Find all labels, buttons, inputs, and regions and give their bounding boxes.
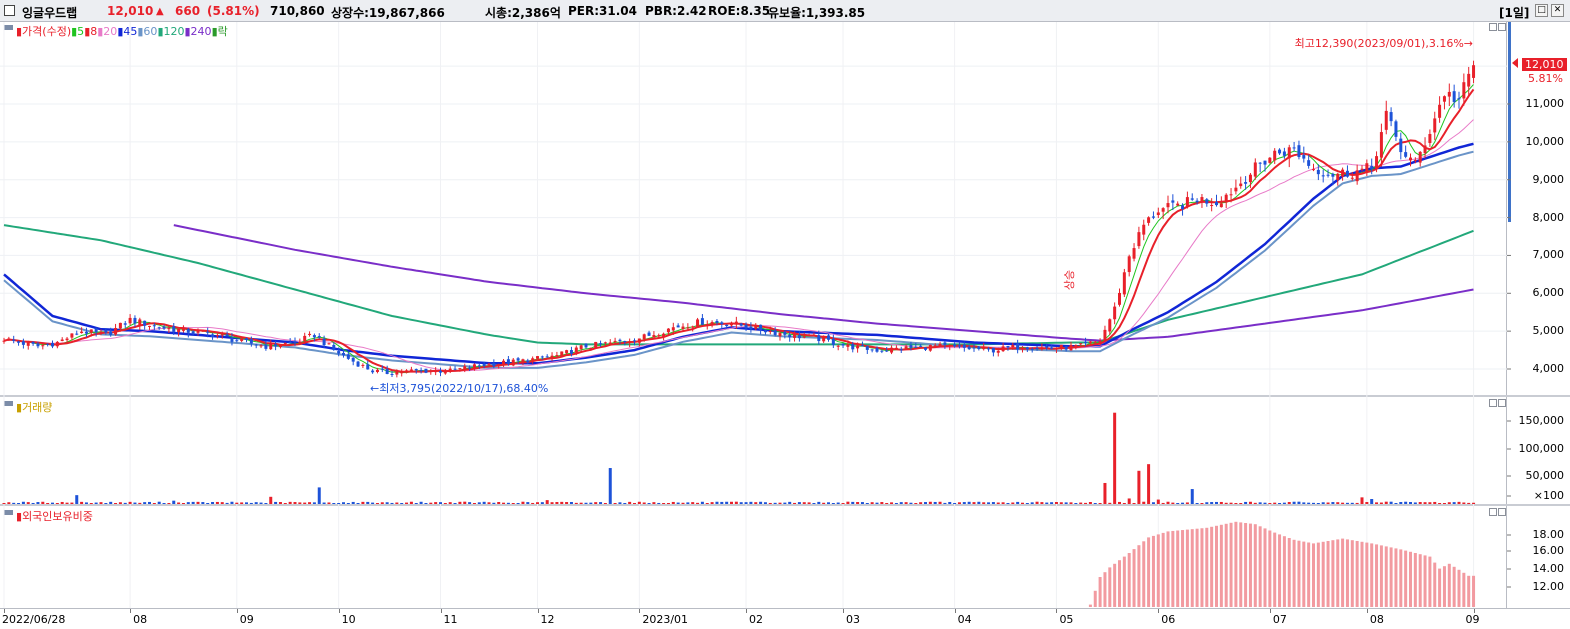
x-axis: 2022/06/28 08 09 10 11 12 2023/01 02 03 04 05 06 07 0… — [0, 608, 1507, 629]
panel-close-icon[interactable] — [1498, 399, 1506, 407]
x-axis-label: 11 — [443, 613, 458, 626]
x-axis-label: 10 — [341, 613, 356, 626]
x-axis-label: 08 — [133, 613, 148, 626]
roe-value: ROE:8.35 — [708, 4, 771, 18]
legend-item[interactable]: ▮20 — [97, 25, 117, 38]
x-axis-tick — [236, 609, 238, 613]
stock-name[interactable]: 잉글우드랩 — [22, 4, 77, 21]
legend-item[interactable]: ▮락 — [212, 25, 228, 38]
current-price-pointer-icon — [1512, 58, 1518, 68]
price-panel[interactable]: ▮가격(수정)▮5▮8▮20▮45▮60▮120▮240▮락 — [0, 22, 1507, 396]
foreign-legend-label: 외국인보유비중 — [22, 510, 93, 523]
current-price: 12,010 — [107, 4, 154, 18]
legend-item[interactable]: ▮120 — [157, 25, 184, 38]
x-axis-tick — [4, 609, 5, 613]
x-axis-tick — [1158, 609, 1160, 613]
x-axis-tick — [843, 609, 845, 613]
trade-volume: 710,860 — [270, 4, 325, 18]
x-axis-tick — [1473, 609, 1475, 613]
volume-panel[interactable]: ▮거래량 — [0, 397, 1507, 505]
legend-item[interactable]: ▮5 — [71, 25, 84, 38]
panel-handle-icon[interactable] — [4, 510, 13, 515]
volume-legend-label: 거래량 — [22, 401, 53, 414]
foreign-tick-label: 16.00 — [1532, 544, 1565, 557]
volume-legend: ▮거래량 — [16, 401, 53, 414]
x-axis-label: 2023/01 — [642, 613, 689, 626]
legend-item[interactable]: ▮45 — [117, 25, 137, 38]
current-pct-tag: 5.81% — [1528, 72, 1563, 85]
x-axis-label: 12 — [540, 613, 555, 626]
x-axis-label: 06 — [1161, 613, 1176, 626]
x-axis-tick — [130, 609, 132, 613]
pbr-value: PBR:2.42 — [645, 4, 707, 18]
foreign-tick-label: 14.00 — [1532, 562, 1565, 575]
chart-window: 잉글우드랩 12,010 ▲ 660 (5.81%) 710,860 상장수:1… — [0, 0, 1570, 629]
legend-item[interactable]: ▮240 — [185, 25, 212, 38]
market-cap: 시총:2,386억 — [485, 6, 561, 20]
panel-minimize-icon[interactable] — [1489, 508, 1497, 516]
x-axis-tick — [954, 609, 956, 613]
x-axis-tick — [746, 609, 748, 613]
panel-minimize-icon[interactable] — [1489, 23, 1497, 31]
x-axis-tick — [1366, 609, 1368, 613]
x-axis-tick — [1056, 609, 1058, 613]
foreign-axis-labels: 18.00 16.00 14.00 12.00 — [1508, 0, 1570, 629]
foreign-ownership-panel[interactable]: ▮외국인보유비중 — [0, 506, 1507, 608]
foreign-tick-label: 12.00 — [1532, 580, 1565, 593]
x-axis-tick — [338, 609, 340, 613]
listed-shares: 상장수:19,867,866 — [331, 6, 445, 20]
x-axis-tick — [537, 609, 539, 613]
foreign-tick-label: 18.00 — [1532, 528, 1565, 541]
current-price-tag: 12,010 — [1522, 58, 1567, 71]
legend-item[interactable]: ▮60 — [137, 25, 157, 38]
x-axis-tick — [1269, 609, 1271, 613]
legend-item[interactable]: ▮가격(수정) — [16, 25, 71, 38]
x-axis-label: 09 — [239, 613, 254, 626]
panel-handle-icon[interactable] — [4, 25, 13, 30]
price-change-pct: (5.81%) — [207, 4, 260, 18]
per-value: PER:31.04 — [568, 4, 637, 18]
up-arrow-icon: ▲ — [156, 6, 164, 17]
x-axis-label: 03 — [846, 613, 861, 626]
quote-header: 잉글우드랩 12,010 ▲ 660 (5.81%) 710,860 상장수:1… — [0, 0, 1570, 22]
select-checkbox[interactable] — [4, 5, 15, 16]
panel-minimize-icon[interactable] — [1489, 399, 1497, 407]
foreign-legend: ▮외국인보유비중 — [16, 510, 93, 523]
x-axis-label: 2022/06/28 — [2, 613, 66, 626]
x-axis-label: 04 — [957, 613, 972, 626]
x-axis-label: 07 — [1272, 613, 1287, 626]
panel-close-icon[interactable] — [1498, 23, 1506, 31]
x-axis-tick — [639, 609, 641, 613]
axis-corner — [1507, 608, 1570, 629]
legend-item[interactable]: ▮8 — [84, 25, 97, 38]
price-legend: ▮가격(수정)▮5▮8▮20▮45▮60▮120▮240▮락 — [16, 23, 228, 39]
x-axis-label: 08 — [1369, 613, 1384, 626]
reserve-ratio: 유보율:1,393.85 — [768, 6, 866, 20]
panel-close-icon[interactable] — [1498, 508, 1506, 516]
price-change: 660 — [175, 4, 201, 18]
panel-handle-icon[interactable] — [4, 401, 13, 406]
x-axis-tick — [440, 609, 442, 613]
x-axis-label: 09 — [1465, 613, 1480, 626]
x-axis-label: 02 — [749, 613, 764, 626]
x-axis-label: 05 — [1059, 613, 1074, 626]
